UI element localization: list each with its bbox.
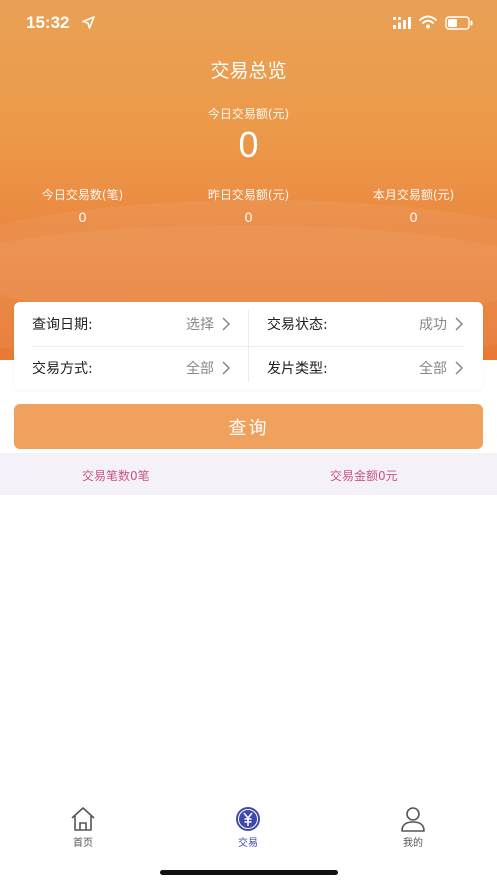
location-arrow-icon [82, 16, 95, 29]
user-icon [401, 807, 425, 832]
query-button[interactable]: 查询 [14, 404, 483, 449]
wifi-icon [419, 15, 437, 29]
filter-date-value: 选择 [186, 317, 214, 333]
filter-card-type-value: 全部 [419, 361, 447, 377]
today-amount-value: 0 [238, 124, 259, 165]
transaction-count-text: 交易笔数0笔 [82, 469, 150, 483]
transaction-amount-text: 交易金额0元 [330, 469, 398, 483]
filter-card-type[interactable]: 发片类型: 全部 [249, 346, 483, 390]
tab-label: 首页 [73, 838, 93, 849]
stat-label: 昨日交易额(元) [207, 188, 290, 202]
yuan-coin-icon [236, 807, 260, 831]
filter-method-label: 交易方式: [32, 361, 93, 377]
stat-yesterday-amount: 昨日交易额(元) 0 [166, 186, 331, 225]
filter-method-value: 全部 [186, 361, 214, 377]
filter-card: 查询日期: 选择 交易状态: 成功 交易方式: 全部 发片类型: 全部 [14, 302, 483, 390]
home-icon [71, 807, 95, 831]
summary-strip: 交易笔数0笔 交易金额0元 [0, 453, 497, 495]
tab-home[interactable]: 首页 [33, 806, 133, 856]
filter-date[interactable]: 查询日期: 选择 [14, 302, 248, 346]
filter-row: 交易方式: 全部 发片类型: 全部 [14, 346, 483, 390]
status-time: 15:32 [26, 13, 70, 32]
home-indicator [160, 870, 338, 875]
chevron-right-icon [455, 317, 464, 331]
stat-value: 0 [78, 209, 87, 225]
tab-transactions[interactable]: 交易 [198, 806, 298, 856]
bottom-tab-bar: 首页 交易 我的 [0, 800, 497, 860]
filter-method[interactable]: 交易方式: 全部 [14, 346, 248, 390]
stat-month-amount: 本月交易额(元) 0 [331, 186, 496, 225]
battery-icon [445, 16, 473, 30]
tab-label: 交易 [238, 838, 258, 849]
stat-value: 0 [244, 209, 253, 225]
tab-label: 我的 [403, 838, 423, 849]
filter-card-type-label: 发片类型: [267, 361, 328, 377]
filter-status-label: 交易状态: [267, 317, 328, 333]
filter-status[interactable]: 交易状态: 成功 [249, 302, 483, 346]
page-title: 交易总览 [210, 60, 287, 82]
stat-value: 0 [409, 209, 418, 225]
cellular-signal-icon [393, 17, 411, 29]
filter-date-label: 查询日期: [32, 317, 93, 333]
stat-label: 今日交易数(笔) [41, 188, 124, 202]
chevron-right-icon [455, 361, 464, 375]
status-bar: 15:32 [0, 0, 497, 48]
today-amount-label: 今日交易额(元) [207, 107, 290, 121]
chevron-right-icon [222, 317, 231, 331]
stat-label: 本月交易额(元) [372, 188, 455, 202]
stat-today-count: 今日交易数(笔) 0 [0, 186, 165, 225]
tab-profile[interactable]: 我的 [363, 806, 463, 856]
chevron-right-icon [222, 361, 231, 375]
filter-status-value: 成功 [419, 317, 447, 333]
filter-row: 查询日期: 选择 交易状态: 成功 [14, 302, 483, 346]
